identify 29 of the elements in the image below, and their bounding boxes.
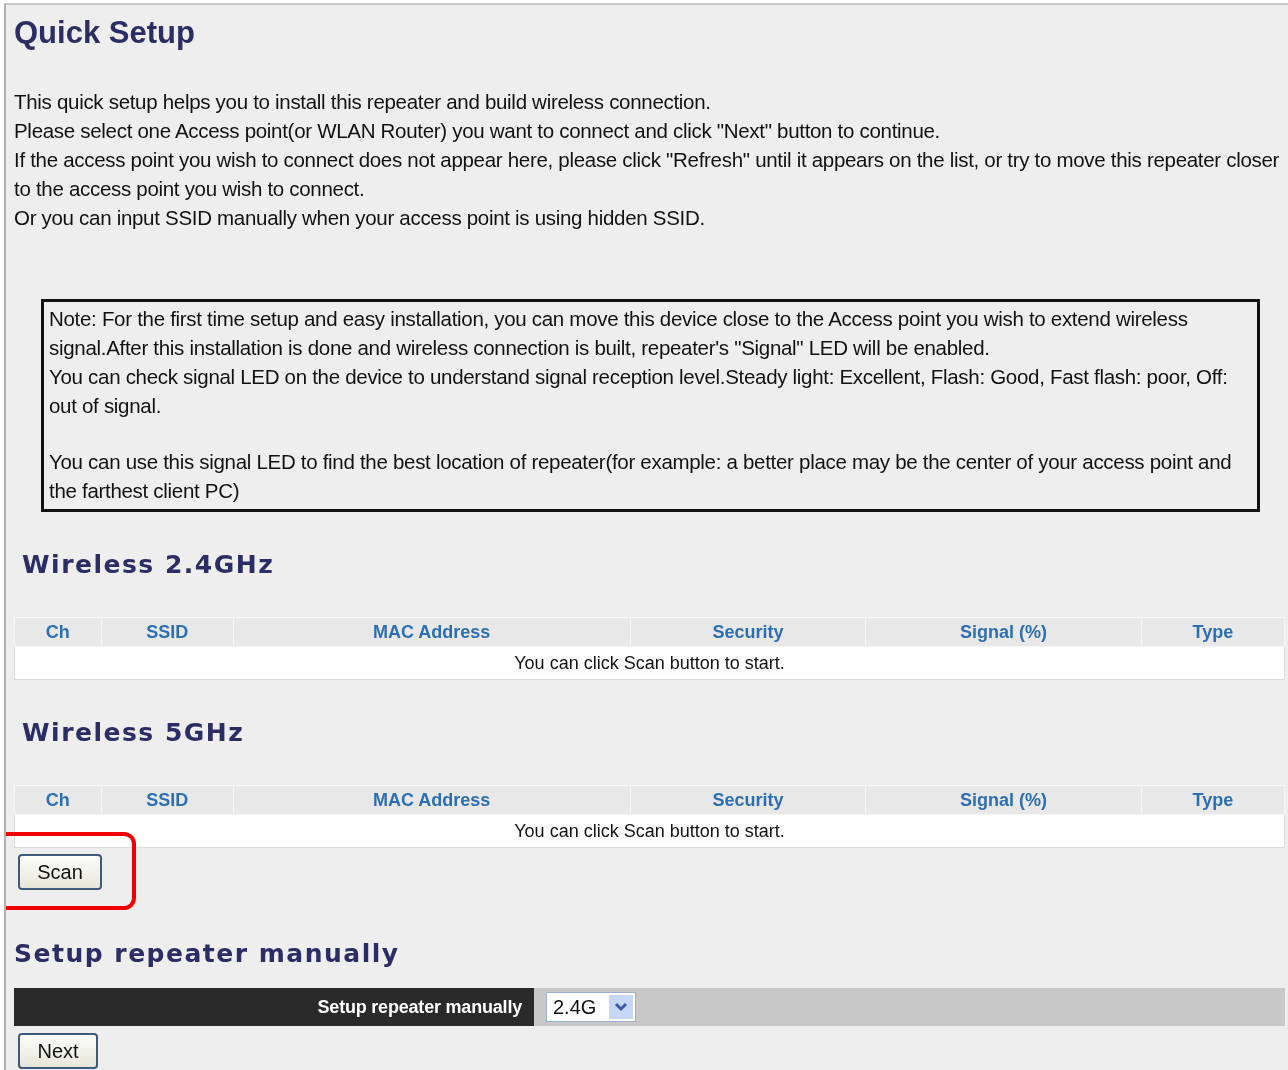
field-label: Setup repeater manually [14,988,534,1026]
empty-message: You can click Scan button to start. [14,646,1285,680]
column-header: Type [1141,785,1285,815]
page-title: Quick Setup [14,15,196,51]
column-header: Ch [14,785,102,815]
note-text: You can use this signal LED to find the best location of repeater(for example: a better place may be the center of your access point and the farthest client PC) [49,449,1233,504]
column-header: Ch [14,617,102,647]
section-heading: Wireless 5GHz [22,718,246,747]
column-header: Security [630,617,866,647]
note-text: Note: For the first time setup and easy installation, you can move this device close to the Access point you wish to extend wireless signal.After this installation is done and wireless connection is built, repeater's "Signal" LED will be enabled. [49,306,1189,361]
section-heading: Wireless 2.4GHz [22,550,276,579]
column-header: SSID [101,617,234,647]
intro-text: If the access point you wish to connect does not appear here, please click "Refresh" until it appears on the list, or try to move this repeater closer to the access point you wish to connect. [14,147,1281,202]
scan-button[interactable]: Scan [18,854,102,890]
column-header: MAC Address [233,617,631,647]
intro-text: This quick setup helps you to install this repeater and build wireless connection. [14,89,712,115]
column-header: Type [1141,617,1285,647]
band-select[interactable]: 2.4G [546,992,636,1022]
empty-message: You can click Scan button to start. [14,814,1285,848]
column-header: Signal (%) [865,617,1142,647]
section-heading: Setup repeater manually [14,939,401,968]
column-header: Signal (%) [865,785,1142,815]
note-text: You can check signal LED on the device to understand signal reception level.Steady light: Excellent, Flash: Good, Fast flash: poor, Off: out of signal. [49,364,1229,419]
next-button[interactable]: Next [18,1033,98,1069]
intro-text: Please select one Access point(or WLAN Router) you want to connect and click "Next" button to continue. [14,118,941,144]
column-header: Security [630,785,866,815]
column-header: SSID [101,785,234,815]
column-header: MAC Address [233,785,631,815]
intro-text: Or you can input SSID manually when your access point is using hidden SSID. [14,205,706,231]
